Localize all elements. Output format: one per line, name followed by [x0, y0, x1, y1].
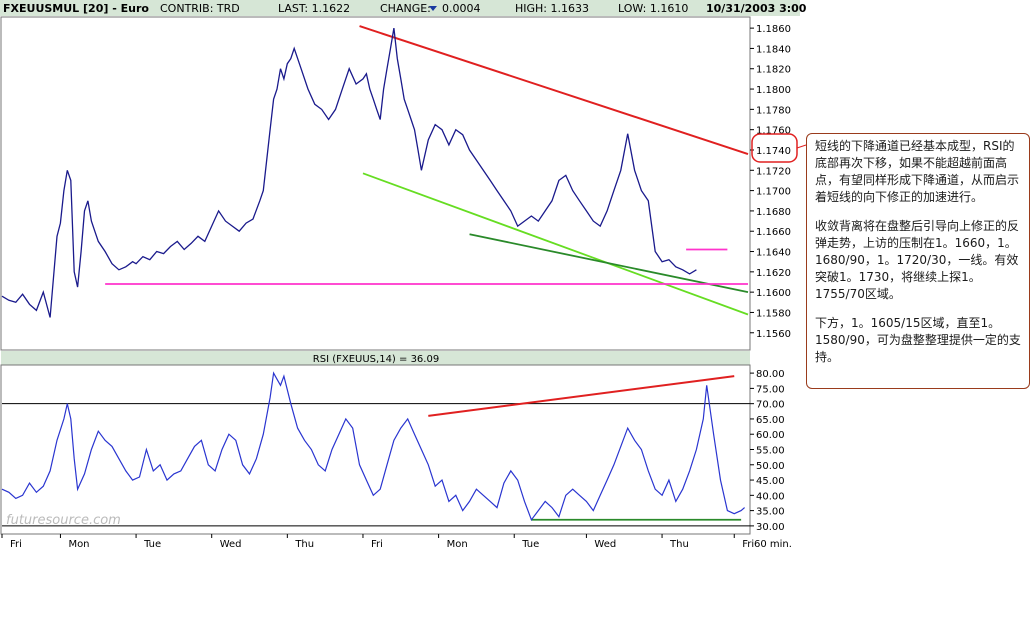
- interval-label: 60 min.: [754, 539, 792, 550]
- y-tick-label: 1.1560: [756, 329, 791, 340]
- y-tick-label: 80.00: [756, 369, 785, 380]
- y-tick-label: 1.1600: [756, 288, 791, 299]
- y-tick-label: 1.1700: [756, 187, 791, 198]
- x-tick-label: Tue: [521, 539, 539, 550]
- y-tick-label: 1.1800: [756, 85, 791, 96]
- y-tick-label: 70.00: [756, 400, 785, 411]
- y-tick-label: 1.1640: [756, 248, 791, 259]
- rsi-title: RSI (FXEUUS,14) = 36.09: [313, 354, 439, 365]
- annotation-paragraph-1: 短线的下降通道已经基本成型，RSI的底部再次下移，如果不能超越前面高点，有望同样…: [815, 139, 1020, 204]
- y-tick-label: 1.1760: [756, 126, 791, 137]
- header-datetime: 10/31/2003 3:00: [706, 2, 807, 15]
- x-tick-label: Mon: [447, 539, 468, 550]
- trendline-resistance: [359, 25, 749, 155]
- annotation-note: 短线的下降通道已经基本成型，RSI的底部再次下移，如果不能超越前面高点，有望同样…: [806, 133, 1030, 389]
- rsi-trendlines: [428, 375, 742, 521]
- y-tick-label: 1.1680: [756, 207, 791, 218]
- x-tick-label: Thu: [294, 539, 314, 550]
- header-change-label: CHANGE:: [380, 2, 431, 15]
- y-tick-label: 1.1840: [756, 44, 791, 55]
- trendline-support_upper: [362, 172, 749, 316]
- x-tick-label: Mon: [68, 539, 89, 550]
- y-tick-label: 35.00: [756, 507, 785, 518]
- price-panel: [0, 16, 751, 351]
- header-last: LAST: 1.1622: [278, 2, 350, 15]
- y-tick-label: 1.1820: [756, 65, 791, 76]
- y-tick-label: 1.1660: [756, 227, 791, 238]
- header-low: LOW: 1.1610: [618, 2, 688, 15]
- y-tick-label: 65.00: [756, 415, 785, 426]
- y-tick-label: 30.00: [756, 522, 785, 533]
- y-tick-label: 75.00: [756, 384, 785, 395]
- annotation-paragraph-2: 收敛背离将在盘整后引导向上修正的反弹走势，上访的压制在1。1660，1。1680…: [815, 219, 1020, 301]
- x-tick-label: Fri: [742, 539, 754, 550]
- y-tick-label: 55.00: [756, 446, 785, 457]
- price-trendlines: [105, 25, 749, 316]
- y-tick-label: 1.1740: [756, 146, 791, 157]
- price-axis: 1.1860 1.1840 1.1820 1.1800 1.1780 1.1760 1.17…: [750, 24, 791, 340]
- price-series-line: [1, 27, 697, 318]
- annotation-paragraph-3: 下方，1。1605/15区域，直至1。1580/90，可为盘整整理提供一定的支持…: [815, 316, 1021, 364]
- x-tick-label: Thu: [669, 539, 689, 550]
- y-tick-label: 1.1580: [756, 308, 791, 319]
- trendline-resistance: [428, 375, 735, 417]
- y-tick-label: 1.1720: [756, 166, 791, 177]
- y-tick-label: 50.00: [756, 461, 785, 472]
- x-tick-label: Wed: [220, 539, 242, 550]
- rsi-series-line: [1, 371, 745, 522]
- x-tick-label: Tue: [143, 539, 161, 550]
- x-axis: Fri Mon Tue Wed Thu Fri Mon Tue Wed Thu Fri: [1, 534, 754, 550]
- y-tick-label: 60.00: [756, 430, 785, 441]
- header-change-value: 0.0004: [442, 2, 481, 15]
- header-high: HIGH: 1.1633: [515, 2, 589, 15]
- y-tick-label: 1.1860: [756, 24, 791, 35]
- rsi-grid: [2, 403, 750, 527]
- x-tick-label: Wed: [594, 539, 616, 550]
- rsi-axis: 80.00 75.00 70.00 65.00 60.00 55.00 50.00 45.00…: [750, 369, 785, 533]
- callout-pointer: [796, 144, 807, 149]
- y-tick-label: 1.1620: [756, 268, 791, 279]
- x-tick-label: Fri: [10, 539, 22, 550]
- header-contrib: CONTRIB: TRD: [160, 2, 240, 15]
- header-symbol: FXEUUSMUL [20] - Euro: [3, 2, 149, 15]
- y-tick-label: 45.00: [756, 476, 785, 487]
- y-tick-label: 1.1780: [756, 105, 791, 116]
- y-tick-label: 40.00: [756, 491, 785, 502]
- x-tick-label: Fri: [371, 539, 383, 550]
- watermark: futuresource.com: [6, 513, 121, 528]
